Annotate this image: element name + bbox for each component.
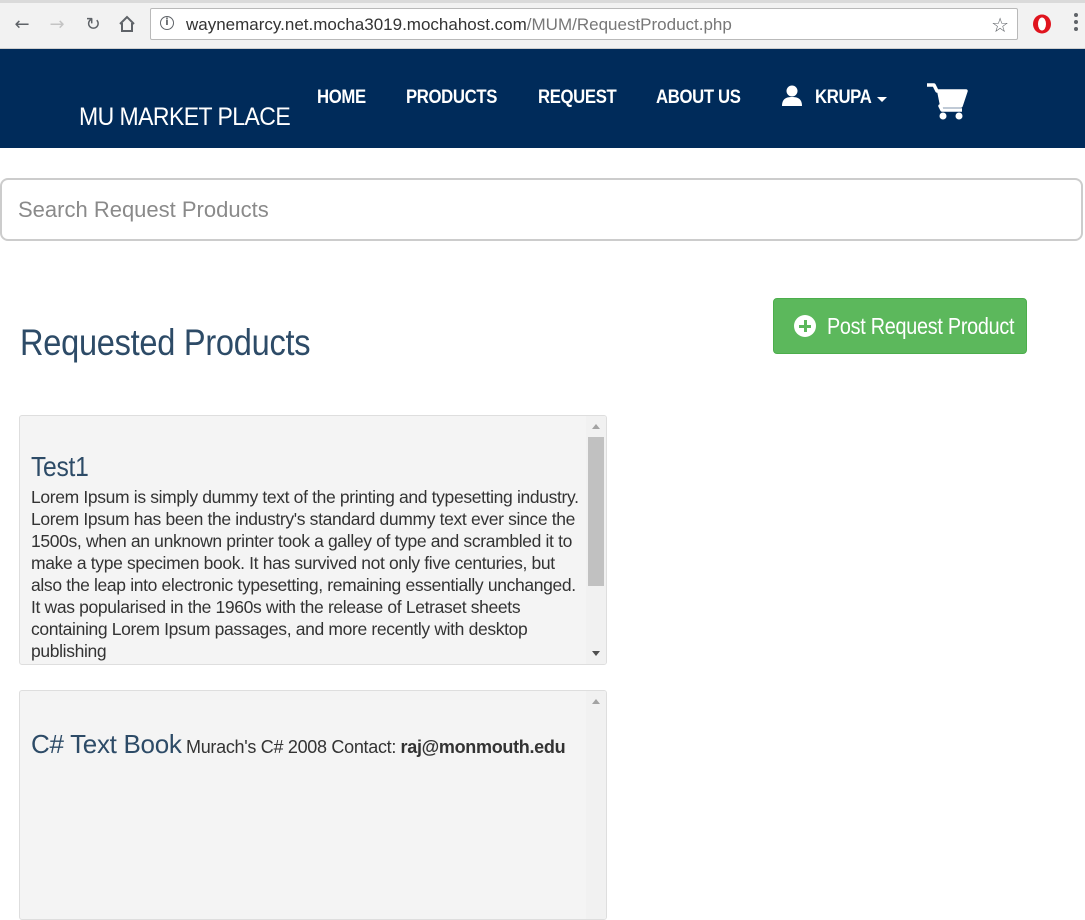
forward-arrow-icon[interactable]: → (45, 12, 69, 36)
nav-about-us[interactable]: ABOUT US (656, 87, 741, 109)
tab-strip (0, 0, 1085, 3)
request-description: Murach's C# 2008 Contact: (186, 737, 397, 757)
user-menu-dropdown[interactable]: KRUPA (815, 87, 872, 109)
user-icon (782, 85, 802, 106)
chevron-down-icon (877, 97, 887, 102)
request-card: C# Text Book Murach's C# 2008 Contact: r… (19, 690, 607, 920)
kebab-menu-icon[interactable] (1066, 10, 1085, 38)
request-title: C# Text Book (31, 729, 182, 759)
url-path: /MUM/RequestProduct.php (526, 15, 732, 34)
post-request-product-label: Post Request Product (827, 312, 1015, 339)
page-title: Requested Products (20, 322, 311, 363)
request-description: Lorem Ipsum is simply dummy text of the … (31, 487, 579, 661)
opera-icon[interactable] (1032, 14, 1052, 34)
nav-products[interactable]: PRODUCTS (406, 87, 497, 109)
site-navbar: MU MARKET PLACE HOME PRODUCTS REQUEST AB… (0, 49, 1085, 148)
address-bar[interactable]: i waynemarcy.net.mocha3019.mochahost.com… (150, 8, 1018, 40)
star-icon[interactable]: ☆ (991, 13, 1009, 37)
request-title: Test1 (31, 451, 89, 482)
card-scrollbar[interactable] (586, 416, 606, 664)
reload-icon[interactable]: ↻ (81, 12, 105, 36)
card-scrollbar[interactable] (586, 691, 606, 919)
scroll-thumb[interactable] (588, 437, 604, 586)
info-icon[interactable]: i (160, 16, 174, 30)
url-text[interactable]: waynemarcy.net.mocha3019.mochahost.com/M… (186, 15, 732, 35)
request-card: Test1 Lorem Ipsum is simply dummy text o… (19, 415, 607, 665)
back-arrow-icon[interactable]: ← (10, 12, 34, 36)
nav-home[interactable]: HOME (317, 87, 366, 109)
browser-toolbar: ← → ↻ i waynemarcy.net.mocha3019.mochaho… (0, 0, 1085, 49)
request-contact-email: raj@monmouth.edu (400, 737, 566, 757)
home-icon[interactable] (115, 12, 139, 36)
scroll-down-arrow-icon[interactable] (592, 651, 600, 656)
url-host: waynemarcy.net.mocha3019.mochahost.com (186, 15, 527, 34)
scroll-up-arrow-icon[interactable] (592, 424, 600, 429)
search-input[interactable] (0, 178, 1083, 241)
brand-logo[interactable]: MU MARKET PLACE (79, 103, 291, 132)
cart-icon[interactable] (926, 81, 968, 121)
post-request-product-button[interactable]: Post Request Product (773, 298, 1027, 354)
plus-circle-icon (794, 315, 816, 337)
scroll-up-arrow-icon[interactable] (592, 699, 600, 704)
nav-request[interactable]: REQUEST (538, 87, 617, 109)
